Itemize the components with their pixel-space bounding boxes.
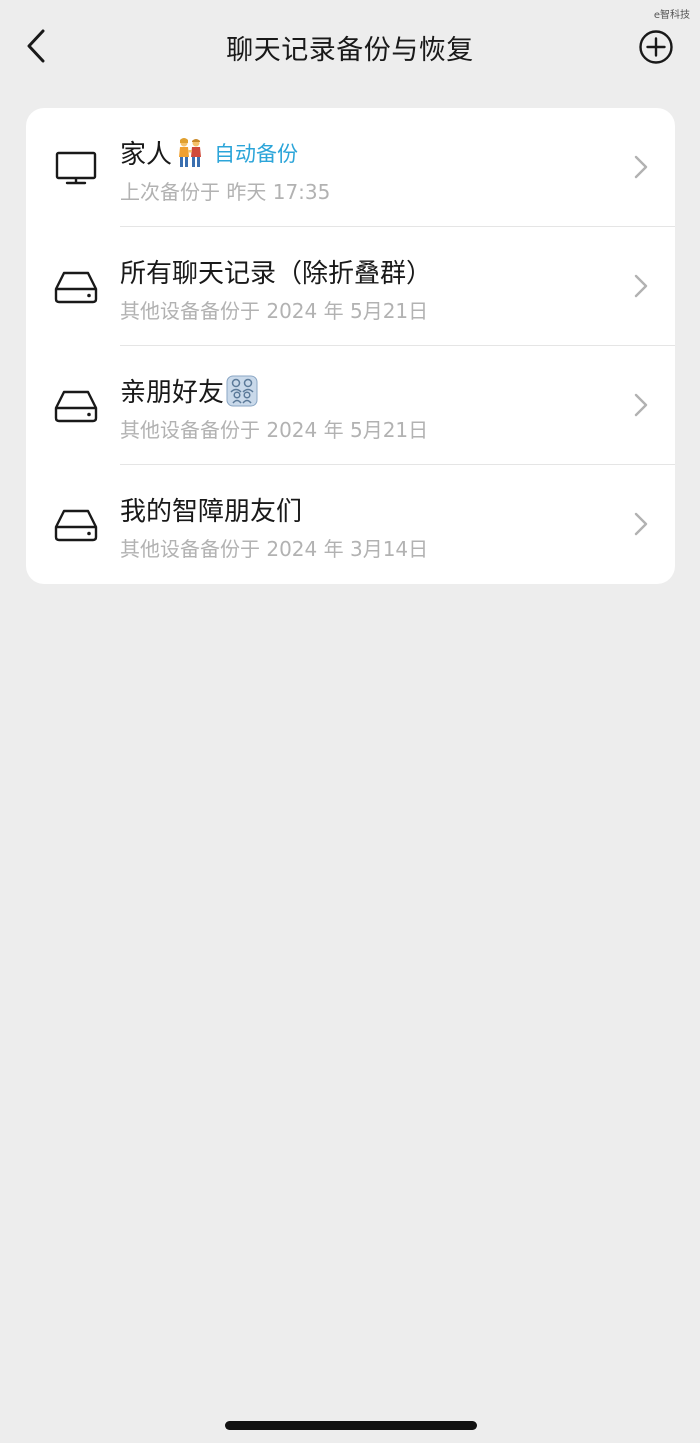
home-indicator[interactable]	[225, 1421, 477, 1430]
plus-circle-icon	[639, 30, 673, 64]
backup-time: 上次备份于 昨天 17:35	[120, 180, 331, 204]
backup-list: 家人 自动备份 上次备份于 昨天 17:35 所有聊天记录（除折叠群） 其他设备…	[26, 108, 675, 584]
hard-drive-icon	[54, 390, 98, 423]
chevron-right-icon	[634, 155, 648, 179]
backup-name: 所有聊天记录（除折叠群）	[120, 259, 433, 289]
family-emoji	[226, 375, 258, 406]
chevron-right-icon	[634, 512, 648, 536]
chevron-right-icon	[634, 393, 648, 417]
couple-emoji	[179, 137, 202, 167]
hard-drive-icon	[54, 271, 98, 304]
backup-name: 家人	[120, 140, 173, 170]
page-title: 聊天记录备份与恢复	[226, 35, 474, 66]
hard-drive-icon	[54, 509, 98, 542]
navigation-bar: 聊天记录备份与恢复	[0, 0, 700, 96]
backup-time: 其他设备备份于 2024 年 5月21日	[120, 418, 429, 442]
backup-time: 其他设备备份于 2024 年 5月21日	[120, 299, 429, 323]
backup-item-friends[interactable]: 亲朋好友 其他设备备份于 2024 年 5月21日	[26, 346, 675, 465]
backup-time: 其他设备备份于 2024 年 3月14日	[120, 537, 429, 561]
chevron-right-icon	[634, 274, 648, 298]
backup-item-all-chats[interactable]: 所有聊天记录（除折叠群） 其他设备备份于 2024 年 5月21日	[26, 227, 675, 346]
backup-item-family[interactable]: 家人 自动备份 上次备份于 昨天 17:35	[26, 108, 675, 227]
backup-item-silly-friends[interactable]: 我的智障朋友们 其他设备备份于 2024 年 3月14日	[26, 465, 675, 584]
backup-name: 我的智障朋友们	[120, 497, 303, 527]
add-button[interactable]	[638, 29, 674, 65]
auto-backup-tag: 自动备份	[214, 141, 299, 166]
backup-name: 亲朋好友	[120, 378, 225, 408]
monitor-icon	[55, 151, 97, 185]
